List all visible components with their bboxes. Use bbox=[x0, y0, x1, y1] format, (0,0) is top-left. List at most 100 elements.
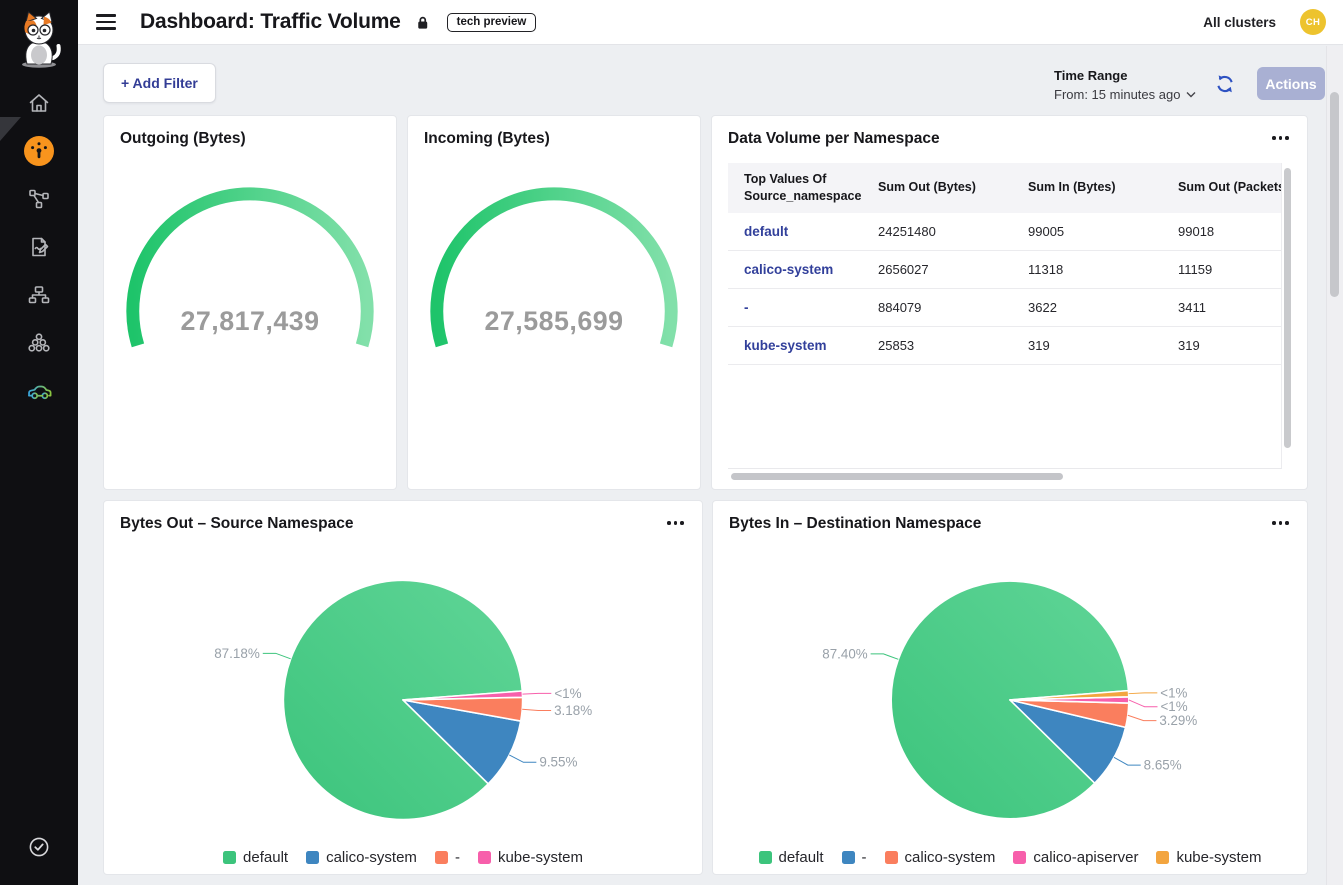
legend-item-default[interactable]: default bbox=[759, 849, 824, 866]
legend-label: calico-system bbox=[905, 849, 996, 866]
actions-button[interactable]: Actions bbox=[1257, 67, 1325, 100]
panel-bytes-out-pie: Bytes Out – Source Namespace 87.18%9.55%… bbox=[103, 500, 703, 875]
lock-icon bbox=[414, 14, 431, 31]
table-row: calico-system 26560271131811159 bbox=[728, 250, 1282, 288]
legend-swatch bbox=[435, 851, 448, 864]
legend-item-kube-system[interactable]: kube-system bbox=[478, 849, 583, 866]
table-header-row: Top Values Of Source_namespace Sum Out (… bbox=[728, 163, 1282, 213]
clusters-selector[interactable]: All clusters bbox=[1203, 15, 1276, 30]
sidebar-item-policies[interactable] bbox=[0, 235, 78, 259]
table-row: kube-system25853319319 bbox=[728, 326, 1282, 364]
more-menu-icon[interactable] bbox=[667, 521, 684, 525]
table-cell: 2656027 bbox=[862, 250, 1012, 288]
table-cell: 3622 bbox=[1012, 288, 1162, 326]
calico-logo[interactable] bbox=[13, 7, 65, 74]
app-header: Dashboard: Traffic Volume tech preview A… bbox=[78, 0, 1343, 45]
namespace-table: Top Values Of Source_namespace Sum Out (… bbox=[728, 163, 1282, 469]
table-cell: 11159 bbox=[1162, 250, 1282, 288]
time-range-selector[interactable]: Time Range From: 15 minutes ago bbox=[1054, 68, 1196, 102]
traffic-car-icon bbox=[26, 378, 52, 404]
policy-document-icon bbox=[27, 235, 51, 259]
table-cell: 884079 bbox=[862, 288, 1012, 326]
namespace-link[interactable]: kube-system bbox=[744, 338, 827, 353]
table-cell: 11318 bbox=[1012, 250, 1162, 288]
namespace-link[interactable]: default bbox=[744, 224, 788, 239]
legend-label: kube-system bbox=[1176, 849, 1261, 866]
legend-item-calico-system[interactable]: calico-system bbox=[306, 849, 417, 866]
namespace-table-body: default242514809900599018calico-system26… bbox=[728, 213, 1282, 365]
legend-swatch bbox=[1156, 851, 1169, 864]
legend-item-calico-system[interactable]: calico-system bbox=[885, 849, 996, 866]
incoming-gauge-chart: 27,585,699 bbox=[408, 152, 700, 491]
sidebar-item-home[interactable] bbox=[0, 91, 78, 115]
panel-title: Outgoing (Bytes) bbox=[120, 130, 246, 148]
pie-percent-label: 9.55% bbox=[539, 755, 577, 770]
panel-outgoing-bytes: Outgoing (Bytes) 27,817,439 bbox=[103, 115, 397, 490]
column-header[interactable]: Sum Out (Packets) bbox=[1162, 163, 1282, 213]
column-header[interactable]: Sum In (Bytes) bbox=[1012, 163, 1162, 213]
gauge-value: 27,585,699 bbox=[484, 306, 623, 336]
pie-label-line bbox=[263, 653, 291, 658]
sidebar-item-dashboards[interactable] bbox=[0, 135, 78, 167]
pie-legend: default calico-system - kube-system bbox=[104, 849, 702, 866]
pie-label-line bbox=[1129, 700, 1158, 707]
legend-swatch bbox=[1013, 851, 1026, 864]
refresh-button[interactable] bbox=[1214, 73, 1236, 95]
sidebar-item-verified[interactable] bbox=[0, 835, 78, 859]
pie-percent-label: 3.29% bbox=[1159, 713, 1197, 728]
table-vertical-scrollbar[interactable] bbox=[1284, 168, 1291, 448]
column-header[interactable]: Top Values Of Source_namespace bbox=[728, 163, 862, 213]
add-filter-button[interactable]: + Add Filter bbox=[103, 63, 216, 103]
more-menu-icon[interactable] bbox=[1272, 521, 1289, 525]
legend-item-kube-system[interactable]: kube-system bbox=[1156, 849, 1261, 866]
panel-title: Incoming (Bytes) bbox=[424, 130, 550, 148]
legend-label: - bbox=[862, 849, 867, 866]
sidebar-item-clusters[interactable] bbox=[0, 331, 78, 355]
time-range-label: Time Range bbox=[1054, 68, 1196, 83]
dashboard-content: + Add Filter Time Range From: 15 minutes… bbox=[78, 46, 1343, 885]
table-cell: 99018 bbox=[1162, 213, 1282, 251]
more-menu-icon[interactable] bbox=[1272, 136, 1289, 140]
table-horizontal-scrollbar[interactable] bbox=[731, 473, 1063, 480]
sidebar-item-traffic[interactable] bbox=[0, 378, 78, 404]
legend-item--[interactable]: - bbox=[842, 849, 867, 866]
pie-percent-label: 8.65% bbox=[1144, 757, 1182, 772]
pie-percent-label: 87.18% bbox=[214, 646, 260, 661]
panel-data-volume: Data Volume per Namespace Top Values Of … bbox=[711, 115, 1308, 490]
legend-swatch bbox=[885, 851, 898, 864]
legend-item-calico-apiserver[interactable]: calico-apiserver bbox=[1013, 849, 1138, 866]
page-scrollbar[interactable] bbox=[1330, 92, 1339, 297]
sidebar-item-network-topology[interactable] bbox=[0, 283, 78, 307]
avatar[interactable]: CH bbox=[1300, 9, 1326, 35]
legend-label: kube-system bbox=[498, 849, 583, 866]
dashboards-gauge-icon bbox=[23, 135, 55, 167]
home-icon bbox=[27, 91, 51, 115]
pie-label-line bbox=[523, 693, 552, 694]
legend-item--[interactable]: - bbox=[435, 849, 460, 866]
legend-item-default[interactable]: default bbox=[223, 849, 288, 866]
namespace-link[interactable]: calico-system bbox=[744, 262, 833, 277]
hamburger-menu-icon[interactable] bbox=[96, 14, 116, 29]
panel-title: Data Volume per Namespace bbox=[728, 130, 940, 148]
legend-label: calico-system bbox=[326, 849, 417, 866]
legend-swatch bbox=[478, 851, 491, 864]
sidebar-item-flow-visualizations[interactable] bbox=[0, 187, 78, 211]
pie-label-line bbox=[871, 654, 899, 659]
verified-badge-icon bbox=[27, 835, 51, 859]
column-header[interactable]: Sum Out (Bytes) bbox=[862, 163, 1012, 213]
table-row: -88407936223411 bbox=[728, 288, 1282, 326]
table-cell: 99005 bbox=[1012, 213, 1162, 251]
pie-percent-label: 87.40% bbox=[822, 646, 867, 661]
namespace-link[interactable]: - bbox=[744, 300, 749, 315]
legend-swatch bbox=[306, 851, 319, 864]
pie-percent-label: 3.18% bbox=[554, 703, 592, 718]
table-cell: 25853 bbox=[862, 326, 1012, 364]
pie-label-line bbox=[522, 709, 551, 710]
pie-legend: default - calico-system calico-apiserver kub… bbox=[713, 849, 1307, 866]
page-title: Dashboard: Traffic Volume bbox=[140, 10, 401, 34]
legend-swatch bbox=[223, 851, 236, 864]
table-cell: 319 bbox=[1012, 326, 1162, 364]
pie-label-line bbox=[1114, 757, 1141, 765]
pie-label-line bbox=[1129, 693, 1158, 694]
outgoing-gauge-chart: 27,817,439 bbox=[104, 152, 396, 491]
